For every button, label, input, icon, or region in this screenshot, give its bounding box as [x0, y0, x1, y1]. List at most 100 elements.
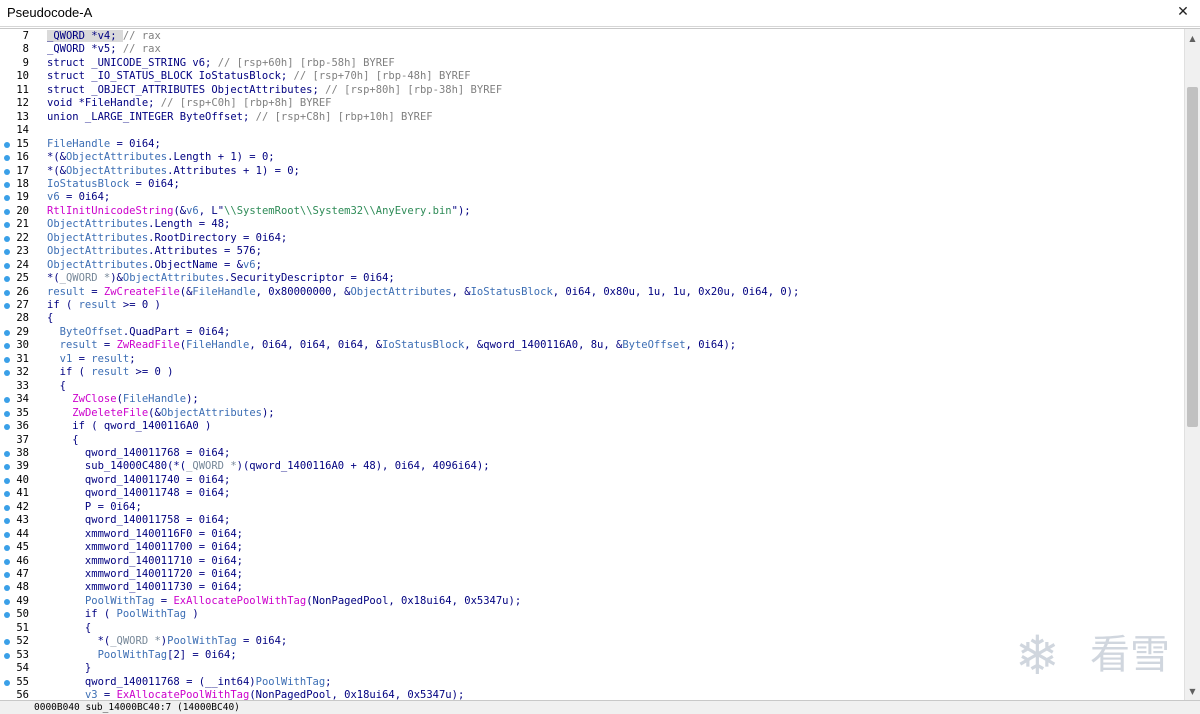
code-line[interactable]: if ( result >= 0 )	[47, 299, 161, 313]
code-line[interactable]: void *FileHandle; // [rsp+C0h] [rbp+8h] …	[47, 97, 331, 111]
breakpoint-dot-icon[interactable]	[4, 598, 10, 605]
code-token: // rax	[122, 43, 161, 56]
code-line[interactable]: v6 = 0i64;	[47, 191, 110, 205]
code-token: ObjectAttributes	[47, 218, 149, 231]
code-line[interactable]: if ( result >= 0 )	[47, 366, 174, 380]
breakpoint-dot-icon[interactable]	[4, 410, 10, 417]
code-line[interactable]: ObjectAttributes.ObjectName = &v6;	[47, 259, 262, 273]
breakpoint-dot-icon[interactable]	[4, 262, 10, 269]
code-line[interactable]: qword_140011748 = 0i64;	[47, 487, 230, 501]
breakpoint-dot-icon[interactable]	[4, 450, 10, 457]
code-line[interactable]: v3 = ExAllocatePoolWithTag(NonPagedPool,…	[47, 689, 464, 700]
code-line[interactable]: sub_14000C480(*(_QWORD *)(qword_1400116A…	[47, 460, 490, 474]
code-line[interactable]: struct _UNICODE_STRING v6; // [rsp+60h] …	[47, 57, 395, 71]
code-line[interactable]: result = ZwReadFile(FileHandle, 0i64, 0i…	[47, 339, 736, 353]
breakpoint-dot-icon[interactable]	[4, 289, 10, 296]
code-token: // [rsp+C8h] [rbp+10h] BYREF	[255, 110, 433, 123]
code-line[interactable]: qword_140011768 = 0i64;	[47, 447, 230, 461]
code-line[interactable]: ZwClose(FileHandle);	[47, 393, 198, 407]
code-line[interactable]: ZwDeleteFile(&ObjectAttributes);	[47, 406, 275, 421]
code-line[interactable]: RtlInitUnicodeString(&v6, L"\\SystemRoot…	[47, 205, 471, 219]
line-number: 33	[16, 379, 29, 392]
breakpoint-dot-icon[interactable]	[4, 679, 10, 686]
code-line[interactable]: if ( qword_1400116A0 )	[47, 420, 211, 434]
breakpoint-dot-icon[interactable]	[4, 424, 10, 431]
code-line[interactable]: IoStatusBlock = 0i64;	[47, 178, 180, 192]
breakpoint-dot-icon[interactable]	[4, 572, 10, 578]
code-line[interactable]: {	[47, 380, 66, 394]
code-token: .Attributes + 1) = 0;	[167, 164, 300, 177]
code-line[interactable]: *(&ObjectAttributes.Length + 1) = 0;	[47, 151, 275, 165]
code-token: xmmword_1400116F0 = 0i64;	[47, 527, 243, 540]
code-line[interactable]: qword_140011768 = (__int64)PoolWithTag;	[47, 676, 332, 690]
breakpoint-dot-icon[interactable]	[4, 356, 10, 363]
breakpoint-dot-icon[interactable]	[4, 477, 10, 484]
breakpoint-dot-icon[interactable]	[4, 504, 10, 511]
code-line[interactable]: *(_QWORD *)&ObjectAttributes.SecurityDes…	[47, 272, 395, 286]
breakpoint-dot-icon[interactable]	[4, 181, 10, 188]
code-token: ObjectAttributes	[122, 272, 225, 285]
pseudocode-editor[interactable]: 7 8 9 10 11 12 13 14 15 16 17 18 19 20 21 22 23 24 25 26 27 2…	[0, 28, 1200, 700]
breakpoint-dot-icon[interactable]	[4, 168, 10, 175]
breakpoint-dot-icon[interactable]	[4, 141, 10, 148]
scroll-up-arrow-icon[interactable]: ▲	[1185, 31, 1200, 46]
breakpoint-dot-icon[interactable]	[4, 208, 10, 215]
scroll-down-arrow-icon[interactable]: ▼	[1185, 684, 1200, 699]
code-token: {	[47, 312, 54, 325]
code-token: );	[261, 406, 275, 419]
code-line[interactable]: _QWORD *v5; // rax	[47, 43, 161, 57]
code-line[interactable]: struct _OBJECT_ATTRIBUTES ObjectAttribut…	[47, 84, 502, 98]
scrollbar-thumb[interactable]	[1187, 87, 1198, 427]
breakpoint-dot-icon[interactable]	[4, 235, 10, 242]
code-area[interactable]: _QWORD *v4; // rax _QWORD *v5; // rax stru…	[36, 29, 1184, 700]
code-line[interactable]: ByteOffset.QuadPart = 0i64;	[47, 325, 231, 340]
code-line[interactable]: _QWORD *v4; // rax	[47, 30, 161, 44]
code-line[interactable]: ObjectAttributes.RootDirectory = 0i64;	[47, 232, 287, 246]
vertical-scrollbar[interactable]: ▲ ▼	[1184, 29, 1200, 700]
code-line[interactable]: *(&ObjectAttributes.Attributes + 1) = 0;	[47, 165, 300, 179]
code-line[interactable]: ObjectAttributes.Length = 48;	[47, 218, 230, 232]
breakpoint-dot-icon[interactable]	[4, 531, 10, 538]
code-line[interactable]: xmmword_140011700 = 0i64;	[47, 541, 243, 555]
code-line[interactable]: xmmword_140011730 = 0i64;	[47, 581, 243, 595]
code-line[interactable]: {	[47, 312, 53, 326]
close-icon[interactable]: ✕	[1174, 3, 1192, 21]
code-line[interactable]: P = 0i64;	[47, 501, 142, 515]
code-line[interactable]: ObjectAttributes.Attributes = 576;	[47, 245, 262, 259]
code-token: ByteOffset	[59, 325, 123, 338]
line-number: 8	[22, 43, 29, 56]
code-line[interactable]: xmmword_140011720 = 0i64;	[47, 568, 243, 582]
code-token: .Length = 48;	[148, 218, 231, 231]
code-line[interactable]: qword_140011740 = 0i64;	[47, 474, 230, 488]
code-line[interactable]: {	[47, 434, 78, 448]
code-line[interactable]: struct _IO_STATUS_BLOCK IoStatusBlock; /…	[47, 70, 471, 84]
code-line[interactable]: xmmword_140011710 = 0i64;	[47, 555, 243, 569]
code-line[interactable]: FileHandle = 0i64;	[47, 138, 161, 152]
breakpoint-dot-icon[interactable]	[4, 329, 10, 336]
code-line[interactable]: PoolWithTag[2] = 0i64;	[47, 649, 237, 663]
breakpoint-dot-icon[interactable]	[4, 155, 10, 162]
code-token: =	[97, 339, 117, 352]
code-token: v6	[47, 191, 60, 204]
code-line[interactable]: {	[47, 622, 91, 636]
code-token: ObjectAttributes	[47, 258, 149, 271]
code-token: IoStatusBlock	[47, 177, 130, 190]
code-line[interactable]: }	[47, 662, 91, 676]
breakpoint-dot-icon[interactable]	[4, 652, 10, 659]
code-line[interactable]: xmmword_1400116F0 = 0i64;	[47, 528, 243, 542]
code-token: , &	[451, 285, 471, 298]
code-line[interactable]: result = ZwCreateFile(&FileHandle, 0x800…	[47, 286, 799, 300]
code-line[interactable]: if ( PoolWithTag )	[47, 608, 199, 622]
code-line[interactable]: PoolWithTag = ExAllocatePoolWithTag(NonP…	[47, 595, 521, 609]
code-line[interactable]: union _LARGE_INTEGER ByteOffset; // [rsp…	[47, 111, 433, 125]
breakpoint-dot-icon[interactable]	[4, 303, 10, 309]
line-gutter: 7 8 9 10 11 12 13 14 15 16 17 18 19 20 21 22 23 24 25 26 27 2…	[0, 29, 36, 700]
breakpoint-dot-icon[interactable]	[4, 558, 10, 565]
code-line[interactable]: *(_QWORD *)PoolWithTag = 0i64;	[47, 635, 288, 649]
code-token: FileHandle	[186, 339, 250, 352]
code-line[interactable]: qword_140011758 = 0i64;	[47, 514, 230, 528]
code-token: xmmword_140011710 = 0i64;	[47, 554, 243, 567]
code-token: = 0i64;	[236, 635, 288, 648]
code-token: struct _IO_STATUS_BLOCK IoStatusBlock;	[47, 70, 294, 83]
code-line[interactable]: v1 = result;	[47, 353, 136, 367]
